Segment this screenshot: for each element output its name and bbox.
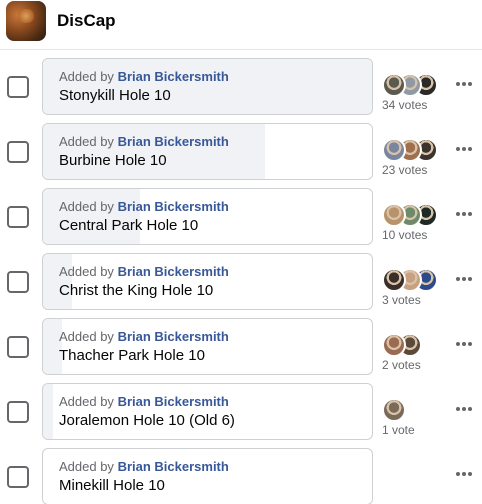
added-by-prefix: Added by bbox=[59, 264, 114, 279]
poll-option-row: Added by Brian Bickersmith Burbine Hole 1… bbox=[0, 123, 482, 181]
vote-count[interactable]: 1 vote bbox=[382, 423, 415, 437]
added-by-text: Added by Brian Bickersmith bbox=[59, 69, 229, 84]
added-by-text: Added by Brian Bickersmith bbox=[59, 199, 229, 214]
author-link[interactable]: Brian Bickersmith bbox=[118, 394, 229, 409]
poll-option-row: Added by Brian Bickersmith Minekill Hole … bbox=[0, 448, 482, 504]
more-options-icon[interactable] bbox=[452, 466, 476, 482]
added-by-prefix: Added by bbox=[59, 69, 114, 84]
more-options-icon[interactable] bbox=[452, 206, 476, 222]
added-by-text: Added by Brian Bickersmith bbox=[59, 329, 229, 344]
added-by-prefix: Added by bbox=[59, 394, 114, 409]
option-name: Burbine Hole 10 bbox=[59, 152, 167, 169]
added-by-prefix: Added by bbox=[59, 459, 114, 474]
added-by-text: Added by Brian Bickersmith bbox=[59, 459, 229, 474]
group-header: DisCap bbox=[0, 0, 482, 50]
voter-avatar[interactable] bbox=[382, 268, 406, 292]
voter-avatar[interactable] bbox=[382, 73, 406, 97]
author-link[interactable]: Brian Bickersmith bbox=[118, 329, 229, 344]
vote-count[interactable]: 2 votes bbox=[382, 358, 421, 372]
vote-count[interactable]: 10 votes bbox=[382, 228, 427, 242]
option-name: Thacher Park Hole 10 bbox=[59, 347, 205, 364]
option-name: Stonykill Hole 10 bbox=[59, 87, 171, 104]
more-options-icon[interactable] bbox=[452, 336, 476, 352]
added-by-text: Added by Brian Bickersmith bbox=[59, 264, 229, 279]
poll-option-row: Added by Brian Bickersmith Central Park H… bbox=[0, 188, 482, 246]
voter-avatar[interactable] bbox=[382, 203, 406, 227]
more-options-icon[interactable] bbox=[452, 76, 476, 92]
checkbox-icon[interactable] bbox=[7, 271, 29, 293]
option-name: Christ the King Hole 10 bbox=[59, 282, 214, 299]
more-options-icon[interactable] bbox=[452, 401, 476, 417]
author-link[interactable]: Brian Bickersmith bbox=[118, 134, 229, 149]
checkbox-icon[interactable] bbox=[7, 76, 29, 98]
added-by-prefix: Added by bbox=[59, 134, 114, 149]
added-by-prefix: Added by bbox=[59, 329, 114, 344]
vote-count[interactable]: 23 votes bbox=[382, 163, 427, 177]
poll-option[interactable]: Added by Brian Bickersmith Thacher Park H… bbox=[42, 318, 373, 375]
checkbox-icon[interactable] bbox=[7, 401, 29, 423]
checkbox-icon[interactable] bbox=[7, 206, 29, 228]
author-link[interactable]: Brian Bickersmith bbox=[118, 264, 229, 279]
author-link[interactable]: Brian Bickersmith bbox=[118, 199, 229, 214]
author-link[interactable]: Brian Bickersmith bbox=[118, 459, 229, 474]
vote-count[interactable]: 34 votes bbox=[382, 98, 427, 112]
poll-option-row: Added by Brian Bickersmith Joralemon Hole… bbox=[0, 383, 482, 441]
voter-avatar[interactable] bbox=[382, 398, 406, 422]
checkbox-icon[interactable] bbox=[7, 141, 29, 163]
group-thumbnail[interactable] bbox=[6, 1, 46, 41]
poll-option-row: Added by Brian Bickersmith Thacher Park H… bbox=[0, 318, 482, 376]
poll-option[interactable]: Added by Brian Bickersmith Burbine Hole 1… bbox=[42, 123, 373, 180]
vote-count[interactable]: 3 votes bbox=[382, 293, 421, 307]
option-name: Minekill Hole 10 bbox=[59, 477, 165, 494]
poll-option-row: Added by Brian Bickersmith Christ the Kin… bbox=[0, 253, 482, 311]
group-name[interactable]: DisCap bbox=[57, 11, 116, 31]
added-by-prefix: Added by bbox=[59, 199, 114, 214]
added-by-text: Added by Brian Bickersmith bbox=[59, 134, 229, 149]
checkbox-icon[interactable] bbox=[7, 466, 29, 488]
poll-option[interactable]: Added by Brian Bickersmith Central Park H… bbox=[42, 188, 373, 245]
option-name: Joralemon Hole 10 (Old 6) bbox=[59, 412, 235, 429]
more-options-icon[interactable] bbox=[452, 271, 476, 287]
poll-option[interactable]: Added by Brian Bickersmith Minekill Hole … bbox=[42, 448, 373, 504]
voter-avatar[interactable] bbox=[382, 333, 406, 357]
poll-option[interactable]: Added by Brian Bickersmith Christ the Kin… bbox=[42, 253, 373, 310]
poll-option-row: Added by Brian Bickersmith Stonykill Hole… bbox=[0, 58, 482, 116]
poll-option[interactable]: Added by Brian Bickersmith Stonykill Hole… bbox=[42, 58, 373, 115]
more-options-icon[interactable] bbox=[452, 141, 476, 157]
poll-option[interactable]: Added by Brian Bickersmith Joralemon Hole… bbox=[42, 383, 373, 440]
added-by-text: Added by Brian Bickersmith bbox=[59, 394, 229, 409]
voter-avatar[interactable] bbox=[382, 138, 406, 162]
checkbox-icon[interactable] bbox=[7, 336, 29, 358]
option-name: Central Park Hole 10 bbox=[59, 217, 199, 234]
author-link[interactable]: Brian Bickersmith bbox=[118, 69, 229, 84]
vote-share-bar bbox=[43, 384, 53, 439]
